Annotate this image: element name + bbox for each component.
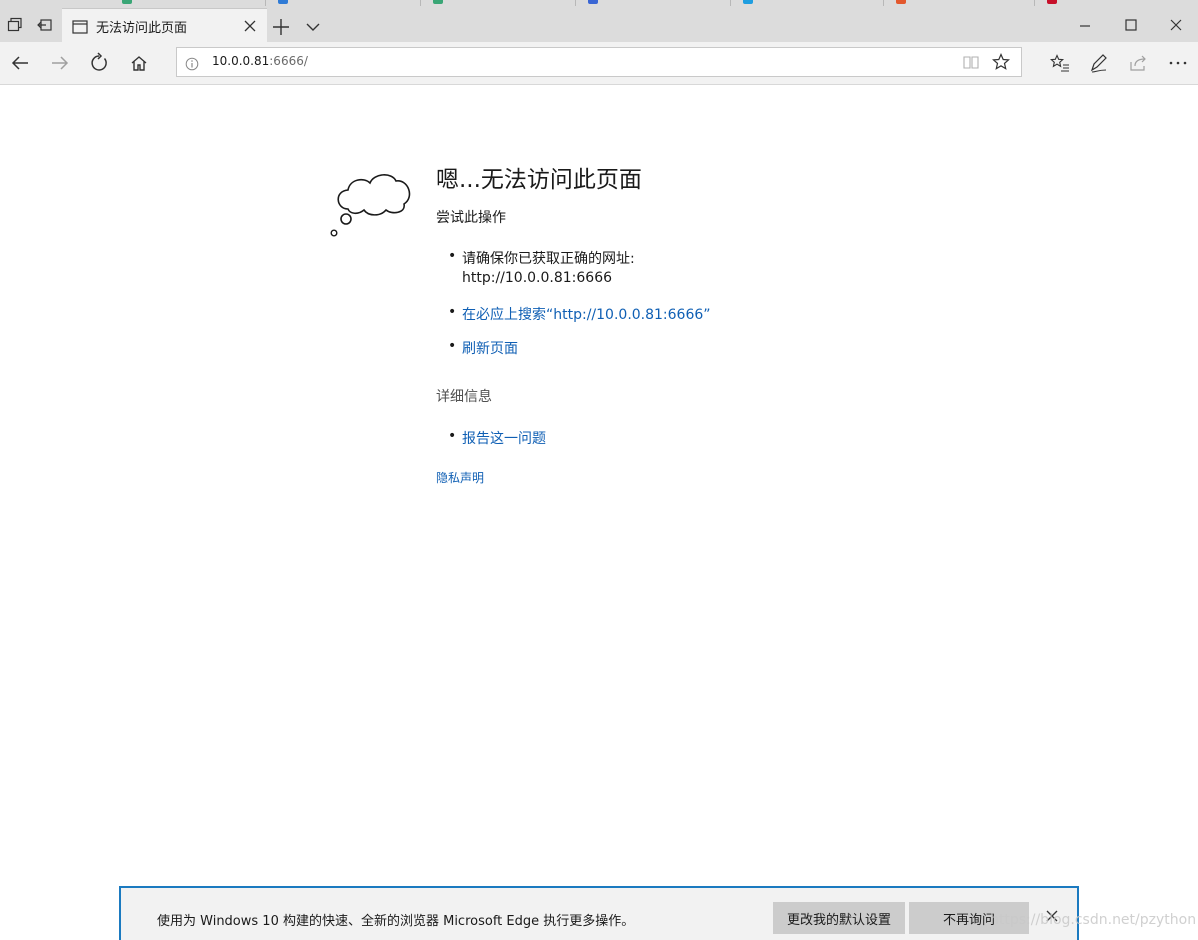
background-tab[interactable]	[1035, 0, 1195, 6]
maximize-icon[interactable]	[1118, 14, 1144, 36]
close-window-icon[interactable]	[1163, 14, 1189, 36]
tab-favicon-icon	[278, 0, 288, 4]
try-label: 尝试此操作	[436, 210, 506, 226]
tab-preview-icon[interactable]	[4, 14, 26, 36]
url-host: 10.0.0.81	[212, 54, 270, 68]
minimize-icon[interactable]	[1072, 14, 1098, 36]
tab-bar: 无法访问此页面	[0, 0, 1198, 43]
tab-favicon-icon	[122, 0, 132, 4]
error-heading: 嗯...无法访问此页面	[436, 167, 642, 193]
background-tab[interactable]	[731, 0, 884, 6]
tab-active[interactable]: 无法访问此页面	[62, 8, 267, 43]
refresh-icon[interactable]	[88, 52, 110, 74]
favorite-star-icon[interactable]	[992, 53, 1010, 75]
tab-favicon-icon	[433, 0, 443, 4]
notification-message: 使用为 Windows 10 构建的快速、全新的浏览器 Microsoft Ed…	[157, 914, 635, 929]
default-browser-notification: 使用为 Windows 10 构建的快速、全新的浏览器 Microsoft Ed…	[119, 886, 1079, 940]
navigation-bar: 10.0.0.81:6666/	[0, 42, 1198, 85]
background-tab[interactable]	[421, 0, 576, 6]
share-icon[interactable]	[1127, 52, 1149, 74]
home-icon[interactable]	[128, 52, 150, 74]
set-tabs-aside-icon[interactable]	[34, 14, 56, 36]
tab-title: 无法访问此页面	[96, 21, 188, 36]
url-path: :6666/	[269, 54, 308, 68]
address-url[interactable]: 10.0.0.81:6666/	[212, 54, 308, 68]
favorites-hub-icon[interactable]	[1049, 52, 1071, 74]
more-options-icon[interactable]	[1167, 52, 1189, 74]
page-icon	[72, 19, 88, 38]
tab-favicon-icon	[896, 0, 906, 4]
address-bar[interactable]: 10.0.0.81:6666/	[176, 47, 1022, 77]
reading-view-icon[interactable]	[962, 54, 980, 74]
new-tab-icon[interactable]	[270, 16, 292, 38]
refresh-page-link[interactable]: 刷新页面	[462, 338, 518, 358]
site-info-icon[interactable]	[185, 56, 199, 75]
tab-favicon-icon	[588, 0, 598, 4]
search-bing-link[interactable]: 在必应上搜索“http://10.0.0.81:6666”	[462, 304, 711, 324]
url-text: http://10.0.0.81:6666	[462, 270, 613, 286]
tab-favicon-icon	[743, 0, 753, 4]
background-tab[interactable]	[266, 0, 421, 6]
forward-arrow-icon[interactable]	[49, 52, 71, 74]
watermark: https://blog.csdn.net/pzython	[990, 912, 1197, 928]
pen-notes-icon[interactable]	[1088, 52, 1110, 74]
background-tab[interactable]	[884, 0, 1035, 6]
report-issue-link[interactable]: 报告这一问题	[462, 428, 546, 448]
background-tab[interactable]	[110, 0, 266, 6]
background-tab[interactable]	[576, 0, 731, 6]
back-arrow-icon[interactable]	[9, 52, 31, 74]
chevron-down-icon[interactable]	[302, 16, 324, 38]
privacy-statement-link[interactable]: 隐私声明	[436, 469, 484, 486]
close-tab-icon[interactable]	[242, 18, 258, 34]
tab-favicon-icon	[1047, 0, 1057, 4]
check-url-text: 请确保你已获取正确的网址:	[462, 251, 635, 267]
change-default-button[interactable]: 更改我的默认设置	[773, 902, 905, 934]
thought-cloud-icon	[328, 155, 414, 245]
details-label: 详细信息	[436, 389, 492, 405]
